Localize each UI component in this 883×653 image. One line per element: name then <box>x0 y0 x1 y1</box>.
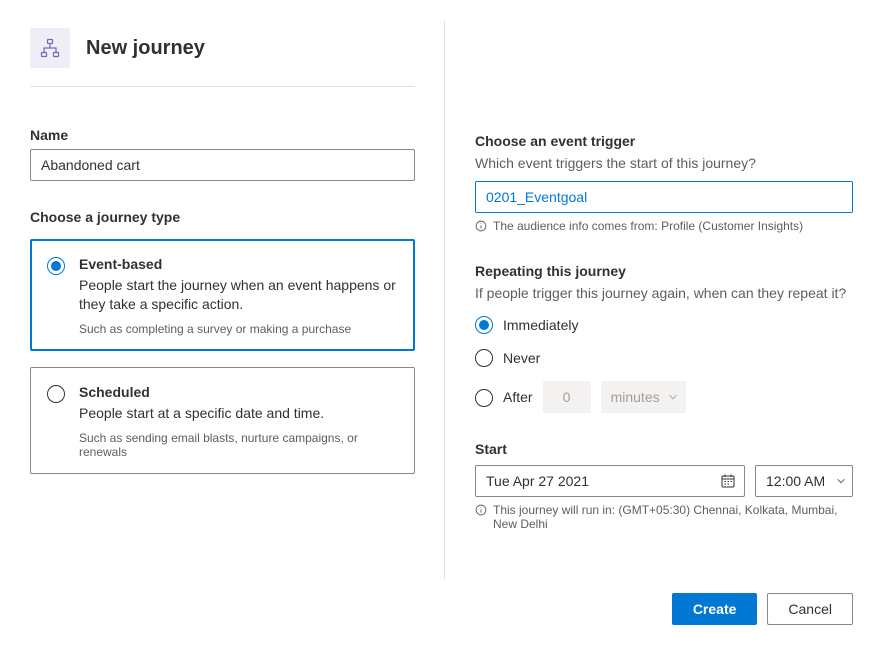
journey-type-title: Scheduled <box>79 384 398 400</box>
journey-type-title: Event-based <box>79 256 398 272</box>
start-info: This journey will run in: (GMT+05:30) Ch… <box>493 503 853 531</box>
calendar-icon <box>720 473 736 489</box>
start-label: Start <box>475 441 853 457</box>
page-title: New journey <box>86 37 205 60</box>
cancel-button[interactable]: Cancel <box>767 593 853 625</box>
journey-type-desc: People start at a specific date and time… <box>79 404 398 423</box>
repeat-desc: If people trigger this journey again, wh… <box>475 285 853 301</box>
repeat-label: Repeating this journey <box>475 263 853 279</box>
repeat-option-never[interactable]: Never <box>475 348 853 367</box>
journey-icon <box>30 28 70 68</box>
start-time-input[interactable]: 12:00 AM <box>755 465 853 497</box>
info-icon <box>475 220 487 232</box>
create-button[interactable]: Create <box>672 593 758 625</box>
after-unit-select[interactable]: minutes <box>601 381 686 413</box>
journey-type-option-scheduled[interactable]: Scheduled People start at a specific dat… <box>30 367 415 474</box>
trigger-desc: Which event triggers the start of this j… <box>475 155 853 171</box>
repeat-option-after[interactable]: After minutes <box>475 381 853 413</box>
trigger-input[interactable]: 0201_Eventgoal <box>475 181 853 213</box>
radio-scheduled[interactable] <box>47 385 65 403</box>
repeat-option-label: Never <box>503 350 540 366</box>
after-value-input[interactable] <box>543 381 591 413</box>
repeat-option-label: After <box>503 389 533 405</box>
start-date-input[interactable]: Tue Apr 27 2021 <box>475 465 745 497</box>
radio-event-based[interactable] <box>47 257 65 275</box>
trigger-label: Choose an event trigger <box>475 133 853 149</box>
name-label: Name <box>30 127 415 143</box>
radio-after[interactable] <box>475 389 493 407</box>
header-divider <box>30 86 415 87</box>
trigger-info: The audience info comes from: Profile (C… <box>493 219 803 233</box>
panel-divider <box>444 20 445 580</box>
info-icon <box>475 504 487 516</box>
repeat-option-immediately[interactable]: Immediately <box>475 315 853 334</box>
repeat-option-label: Immediately <box>503 317 578 333</box>
chevron-down-icon <box>668 392 678 402</box>
name-input[interactable] <box>30 149 415 181</box>
journey-type-label: Choose a journey type <box>30 209 415 225</box>
radio-never[interactable] <box>475 349 493 367</box>
chevron-down-icon <box>836 476 846 486</box>
journey-type-desc: People start the journey when an event h… <box>79 276 398 314</box>
journey-type-example: Such as completing a survey or making a … <box>79 322 398 336</box>
journey-type-option-event-based[interactable]: Event-based People start the journey whe… <box>30 239 415 351</box>
radio-immediately[interactable] <box>475 316 493 334</box>
journey-type-example: Such as sending email blasts, nurture ca… <box>79 431 398 459</box>
